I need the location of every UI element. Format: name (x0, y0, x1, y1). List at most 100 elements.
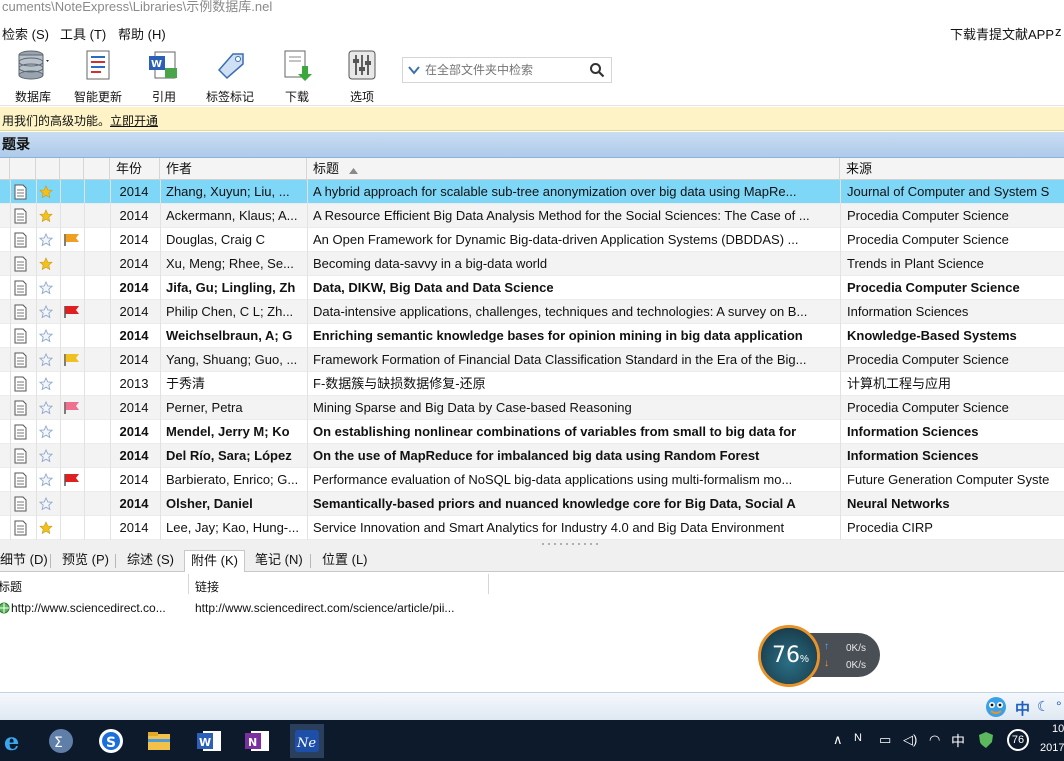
menu-tools[interactable]: 工具 (T) (60, 24, 106, 43)
header-col-flag[interactable] (60, 158, 84, 180)
row-author: Zhang, Xuyun; Liu, ... (166, 184, 290, 199)
document-icon[interactable] (14, 328, 27, 347)
ime-extra-icon[interactable]: ° (1056, 698, 1062, 714)
performance-badge[interactable]: 76 (1007, 729, 1029, 751)
document-icon[interactable] (14, 376, 27, 395)
tab-summary[interactable]: 综述 (S) (121, 550, 180, 572)
detail-tabs: 细节 (D) 预览 (P) 综述 (S) 附件 (K) 笔记 (N) 位置 (L… (0, 548, 1064, 572)
star-empty-icon[interactable] (38, 472, 54, 490)
taskbar-ime-indicator[interactable]: 中 (951, 731, 965, 751)
clock-time[interactable]: 10 (1052, 723, 1064, 735)
battery-icon[interactable]: ▭ (879, 732, 891, 748)
document-icon[interactable] (14, 424, 27, 443)
star-filled-icon[interactable] (39, 521, 53, 538)
document-icon[interactable] (14, 184, 27, 203)
document-icon[interactable] (14, 256, 27, 275)
clock-date[interactable]: 2017 (1040, 742, 1064, 754)
tray-app-icon[interactable]: N (854, 732, 862, 744)
document-icon[interactable] (14, 280, 27, 299)
star-empty-icon[interactable] (38, 280, 54, 298)
volume-icon[interactable]: ◁) (903, 732, 917, 748)
menu-user-edge[interactable]: z (1055, 24, 1062, 39)
options-button[interactable]: 选项 (346, 48, 378, 104)
header-author[interactable]: 作者 (160, 158, 307, 180)
menu-search[interactable]: 检索 (S) (2, 24, 49, 43)
flag-icon[interactable] (63, 473, 81, 490)
sogou-browser-icon[interactable]: S (94, 724, 128, 758)
star-filled-icon[interactable] (39, 209, 53, 226)
network-speed-widget[interactable]: 76 % ↑ ↓ 0K/s 0K/s (758, 625, 882, 687)
flag-icon[interactable] (63, 401, 81, 418)
document-icon[interactable] (14, 520, 27, 539)
smart-update-button[interactable]: 智能更新 (72, 48, 124, 104)
ime-chinese-indicator[interactable]: 中 (1015, 698, 1030, 719)
row-title: Enriching semantic knowledge bases for o… (313, 328, 803, 343)
header-year[interactable]: 年份 (110, 158, 160, 180)
search-dropdown-icon[interactable] (407, 63, 421, 80)
attachment-link[interactable]: http://www.sciencedirect.com/science/art… (195, 601, 454, 615)
file-explorer-icon[interactable] (142, 724, 176, 758)
noteexpress-icon[interactable]: Ne (290, 724, 324, 758)
wifi-icon[interactable]: ◠ (929, 732, 940, 748)
word-icon[interactable]: W (192, 724, 226, 758)
star-filled-icon[interactable] (39, 185, 53, 202)
star-filled-icon[interactable] (39, 257, 53, 274)
download-button[interactable]: 下载 (280, 48, 314, 104)
star-empty-icon[interactable] (38, 352, 54, 370)
row-author: Ackermann, Klaus; A... (166, 208, 298, 223)
row-author: Olsher, Daniel (166, 496, 253, 511)
header-title[interactable]: 标题 (307, 158, 840, 180)
header-col-attach[interactable] (10, 158, 36, 180)
tray-expand-icon[interactable]: ∧ (833, 732, 843, 748)
ie-browser-icon[interactable]: e (0, 724, 32, 758)
document-icon[interactable] (14, 208, 27, 227)
header-title-label: 标题 (313, 161, 340, 176)
document-icon[interactable] (14, 472, 27, 491)
flag-icon[interactable] (63, 353, 81, 370)
calculator-sigma-icon[interactable]: Σ (44, 724, 78, 758)
moon-icon[interactable]: ☾ (1037, 698, 1050, 715)
document-icon[interactable] (14, 304, 27, 323)
document-icon[interactable] (14, 496, 27, 515)
tab-preview[interactable]: 预览 (P) (56, 550, 115, 572)
star-empty-icon[interactable] (38, 424, 54, 442)
tab-details[interactable]: 细节 (D) (0, 550, 54, 572)
header-col-star[interactable] (36, 158, 60, 180)
tab-notes[interactable]: 笔记 (N) (249, 550, 309, 572)
header-source[interactable]: 来源 (840, 158, 1064, 180)
pane-splitter[interactable] (0, 540, 1064, 548)
search-box[interactable] (402, 57, 612, 83)
menu-help[interactable]: 帮助 (H) (118, 24, 166, 43)
cite-button[interactable]: W 引用 (146, 48, 182, 104)
star-empty-icon[interactable] (38, 376, 54, 394)
database-button[interactable]: 数据库 (12, 48, 54, 104)
tab-location[interactable]: 位置 (L) (316, 550, 374, 572)
download-app-link[interactable]: 下载青提文献APP (950, 24, 1054, 43)
attachment-row[interactable]: http://www.sciencedirect.co... http://ww… (0, 596, 490, 620)
search-input[interactable] (425, 61, 585, 79)
tag-mark-button[interactable]: 标签标记 (202, 48, 258, 104)
attachment-col-link[interactable]: 链接 (195, 578, 219, 595)
document-icon[interactable] (14, 400, 27, 419)
activate-link[interactable]: 立即开通 (110, 112, 158, 129)
header-col-extra[interactable] (84, 158, 110, 180)
onenote-icon[interactable]: N (240, 724, 274, 758)
star-empty-icon[interactable] (38, 400, 54, 418)
document-icon[interactable] (14, 352, 27, 371)
star-empty-icon[interactable] (38, 448, 54, 466)
flag-icon[interactable] (63, 233, 81, 250)
star-empty-icon[interactable] (38, 232, 54, 250)
attachment-col-title[interactable]: 标题 (0, 578, 22, 595)
row-author: Douglas, Craig C (166, 232, 265, 247)
tab-attachments[interactable]: 附件 (K) (184, 550, 245, 572)
star-empty-icon[interactable] (38, 496, 54, 514)
star-empty-icon[interactable] (38, 304, 54, 322)
security-shield-icon[interactable] (978, 731, 994, 752)
flag-icon[interactable] (63, 305, 81, 322)
header-col-0[interactable] (0, 158, 10, 180)
star-empty-icon[interactable] (38, 328, 54, 346)
search-icon[interactable] (589, 62, 605, 81)
document-icon[interactable] (14, 448, 27, 467)
promo-text: 用我们的高级功能。 (2, 114, 111, 128)
document-icon[interactable] (14, 232, 27, 251)
